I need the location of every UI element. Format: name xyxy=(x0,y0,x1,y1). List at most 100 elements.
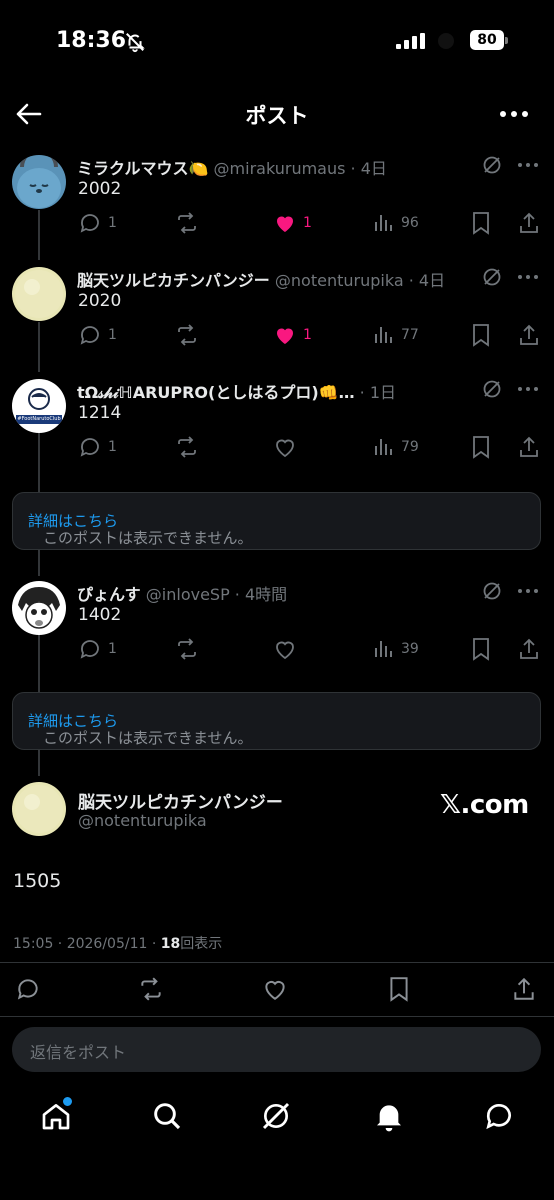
author-handle[interactable]: @mirakurumaus xyxy=(214,159,346,178)
share-button[interactable] xyxy=(517,637,541,661)
reply-count: 1 xyxy=(108,327,117,343)
reply-placeholder: 返信をポスト xyxy=(30,1043,127,1062)
avatar[interactable] xyxy=(12,581,66,635)
divider xyxy=(0,1016,554,1017)
bookmark-button[interactable] xyxy=(470,637,492,661)
post-text: 1402 xyxy=(78,605,122,625)
unavailable-message: このポストは表示できません。 xyxy=(43,729,253,747)
post-more-icon[interactable] xyxy=(517,386,539,392)
reply-button[interactable] xyxy=(78,637,102,661)
views-icon[interactable] xyxy=(372,323,396,347)
share-button[interactable] xyxy=(517,323,541,347)
share-button[interactable] xyxy=(517,211,541,235)
author-name[interactable]: ぴょんす xyxy=(77,585,141,604)
post-item[interactable]: ぴょんす @inloveSP · 4時間 1402 1 39 xyxy=(0,576,554,676)
x-com-logo: 𝕏.com xyxy=(440,790,529,820)
reply-count: 1 xyxy=(108,215,117,231)
like-button[interactable] xyxy=(273,637,297,661)
page-title: ポスト xyxy=(245,104,309,128)
messages-icon[interactable] xyxy=(483,1100,515,1132)
view-count: 79 xyxy=(401,439,419,455)
thread-line xyxy=(37,750,40,776)
main-post-author-handle[interactable]: @notenturupika xyxy=(78,811,207,830)
post-more-icon[interactable] xyxy=(517,274,539,280)
avatar[interactable] xyxy=(12,155,66,209)
like-button[interactable] xyxy=(273,211,297,235)
reply-count: 1 xyxy=(108,641,117,657)
reply-input[interactable]: 返信をポスト xyxy=(12,1027,541,1072)
post-item[interactable]: #FootNarutoClub tΩ𝓈𝒽𝒾ℍARUPRO(としはるプロ)👊… ·… xyxy=(0,374,554,474)
main-post-view-count: 18 xyxy=(160,936,181,952)
thread-line xyxy=(37,550,40,576)
unavailable-post-notice: このポストは表示できません。 詳細はこちら xyxy=(12,492,541,550)
views-label: 回表示 xyxy=(180,936,223,952)
avatar[interactable] xyxy=(12,267,66,321)
main-bookmark-button[interactable] xyxy=(387,976,411,1002)
post-header: ぴょんす @inloveSP · 4時間 xyxy=(77,585,288,604)
status-time: 18:36 xyxy=(56,28,127,53)
avatar-text: #FootNarutoClub xyxy=(17,416,61,422)
grok-icon[interactable] xyxy=(482,267,502,287)
grok-icon[interactable] xyxy=(260,1100,292,1132)
like-button[interactable] xyxy=(273,323,297,347)
bell-slash-icon xyxy=(124,31,146,53)
unavailable-message: このポストは表示できません。 xyxy=(43,529,253,547)
post-more-icon[interactable] xyxy=(517,162,539,168)
grok-icon[interactable] xyxy=(482,581,502,601)
repost-button[interactable] xyxy=(175,323,199,347)
repost-button[interactable] xyxy=(175,637,199,661)
reply-count: 1 xyxy=(108,439,117,455)
main-post-avatar[interactable] xyxy=(12,782,66,836)
main-post-author-name[interactable]: 脳天ツルピカチンパンジー xyxy=(78,788,283,813)
main-post-text: 1505 xyxy=(13,870,62,892)
author-name[interactable]: tΩ𝓈𝒽𝒾ℍARUPRO(としはるプロ)👊… xyxy=(77,383,355,402)
author-handle[interactable]: @inloveSP xyxy=(146,585,230,604)
battery-indicator: 80 xyxy=(470,30,504,50)
main-like-button[interactable] xyxy=(261,976,289,1002)
grok-icon[interactable] xyxy=(482,155,502,175)
reply-button[interactable] xyxy=(78,323,102,347)
main-post-timestamp[interactable]: 15:05 · 2026/05/11 · xyxy=(13,936,161,952)
bookmark-button[interactable] xyxy=(470,435,492,459)
search-icon[interactable] xyxy=(151,1100,183,1132)
bookmark-button[interactable] xyxy=(470,323,492,347)
main-reply-button[interactable] xyxy=(15,976,41,1002)
reply-button[interactable] xyxy=(78,435,102,459)
post-time[interactable]: 4日 xyxy=(419,271,445,290)
view-count: 96 xyxy=(401,215,419,231)
grok-icon[interactable] xyxy=(482,379,502,399)
reply-button[interactable] xyxy=(78,211,102,235)
notifications-icon[interactable] xyxy=(373,1100,405,1132)
main-repost-button[interactable] xyxy=(137,976,165,1002)
share-button[interactable] xyxy=(517,435,541,459)
views-icon[interactable] xyxy=(372,637,396,661)
post-time[interactable]: 1日 xyxy=(370,383,396,402)
repost-button[interactable] xyxy=(175,211,199,235)
author-name[interactable]: 脳天ツルピカチンパンジー xyxy=(77,271,270,290)
post-text: 1214 xyxy=(78,403,122,423)
author-handle[interactable]: @notenturupika xyxy=(275,271,404,290)
post-time[interactable]: 4日 xyxy=(361,159,387,178)
more-options-icon[interactable] xyxy=(498,104,530,124)
like-count: 1 xyxy=(303,215,312,231)
post-header: ミラクルマウス🍋 @mirakurumaus · 4日 xyxy=(77,159,387,178)
repost-button[interactable] xyxy=(175,435,199,459)
post-more-icon[interactable] xyxy=(517,588,539,594)
like-button[interactable] xyxy=(273,435,297,459)
unavailable-post-notice: このポストは表示できません。 詳細はこちら xyxy=(12,692,541,750)
post-item[interactable]: 脳天ツルピカチンパンジー @notenturupika · 4日 2020 1 … xyxy=(0,262,554,362)
main-share-button[interactable] xyxy=(511,976,537,1002)
post-text: 2002 xyxy=(78,179,122,199)
views-icon[interactable] xyxy=(372,211,396,235)
post-text: 2020 xyxy=(78,291,122,311)
author-name[interactable]: ミラクルマウス xyxy=(77,159,189,178)
wifi-icon xyxy=(438,33,454,49)
post-item[interactable]: ミラクルマウス🍋 @mirakurumaus · 4日 2002 1 1 96 xyxy=(0,150,554,250)
post-header: tΩ𝓈𝒽𝒾ℍARUPRO(としはるプロ)👊… · 1日 xyxy=(77,383,397,402)
bookmark-button[interactable] xyxy=(470,211,492,235)
post-time[interactable]: 4時間 xyxy=(245,585,287,604)
views-icon[interactable] xyxy=(372,435,396,459)
divider xyxy=(0,962,554,963)
avatar[interactable]: #FootNarutoClub xyxy=(12,379,66,433)
battery-cap xyxy=(505,37,508,44)
